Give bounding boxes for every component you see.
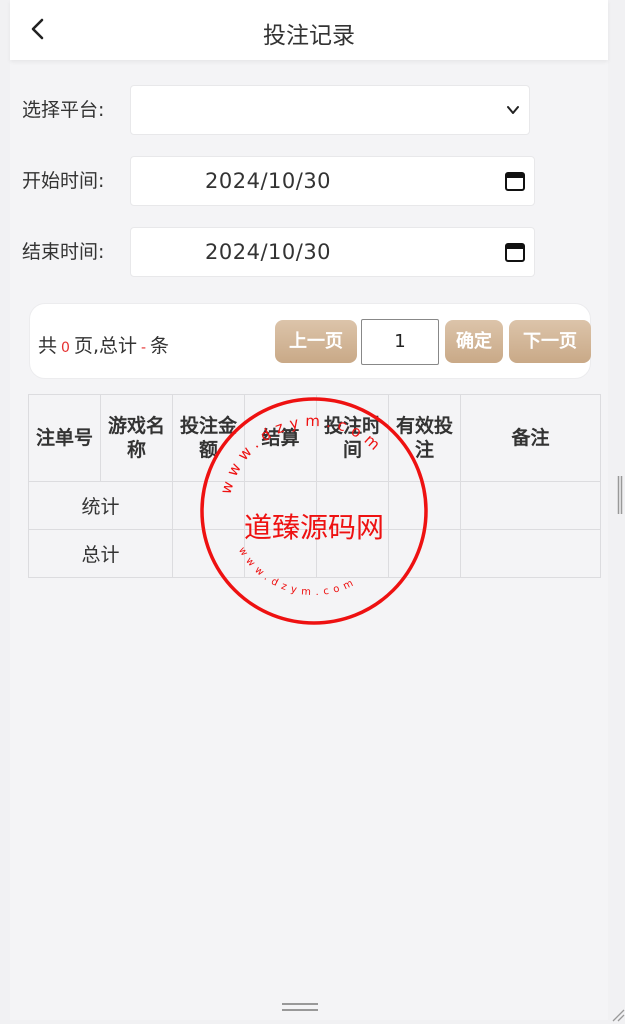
drag-handle-icon[interactable] — [280, 1000, 320, 1014]
platform-select[interactable] — [130, 85, 530, 135]
table-cell — [388, 529, 461, 578]
row-label: 总计 — [28, 529, 173, 578]
calendar-icon[interactable] — [504, 170, 526, 192]
start-time-label: 开始时间: — [22, 170, 105, 192]
page-title: 投注记录 — [263, 23, 355, 49]
table-cell — [172, 529, 245, 578]
records-table: 注单号 游戏名称 投注金额 结算 投注时间 有效投注 备注 统计 总计 — [28, 394, 601, 578]
column-header: 备注 — [460, 394, 601, 482]
end-time-label: 结束时间: — [22, 241, 105, 263]
table-cell — [316, 529, 389, 578]
end-date-value: 2024/10/30 — [205, 240, 332, 264]
platform-row: 选择平台: — [22, 85, 542, 135]
record-total: - — [140, 340, 147, 356]
app-screen: 投注记录 选择平台: 开始时间: 2024/10/30 结束时间: 2024/1… — [10, 0, 608, 1020]
confirm-button[interactable]: 确定 — [445, 320, 503, 363]
table-cell — [244, 481, 317, 530]
table-cell — [460, 481, 601, 530]
table-row: 总计 — [28, 529, 601, 578]
summary-prefix: 共 — [38, 335, 58, 357]
prev-page-button[interactable]: 上一页 — [275, 320, 357, 363]
page-count: 0 — [61, 340, 70, 356]
chevron-down-icon — [507, 106, 519, 114]
start-date-value: 2024/10/30 — [205, 169, 332, 193]
resize-corner-icon[interactable] — [611, 1008, 625, 1022]
column-header: 注单号 — [28, 394, 101, 482]
table-cell — [460, 529, 601, 578]
summary-middle: 页,总计 — [73, 335, 137, 357]
calendar-icon[interactable] — [504, 241, 526, 263]
column-header: 投注金额 — [172, 394, 245, 482]
platform-label: 选择平台: — [22, 99, 105, 121]
end-date-input[interactable]: 2024/10/30 — [130, 227, 535, 277]
summary-suffix: 条 — [150, 335, 170, 357]
pagination-summary: 共 0 页,总计 - 条 — [38, 331, 169, 358]
start-time-row: 开始时间: 2024/10/30 — [22, 156, 547, 206]
table-cell — [244, 529, 317, 578]
table-cell — [172, 481, 245, 530]
table-cell — [388, 481, 461, 530]
scrollbar-grip-icon[interactable] — [617, 476, 623, 514]
table-header-row: 注单号 游戏名称 投注金额 结算 投注时间 有效投注 备注 — [28, 394, 601, 482]
column-header: 投注时间 — [316, 394, 389, 482]
column-header: 结算 — [244, 394, 317, 482]
pagination-bar: 共 0 页,总计 - 条 上一页 1 确定 下一页 — [29, 303, 591, 379]
column-header: 有效投注 — [388, 394, 461, 482]
row-label: 统计 — [28, 481, 173, 530]
next-page-button[interactable]: 下一页 — [509, 320, 591, 363]
start-date-input[interactable]: 2024/10/30 — [130, 156, 535, 206]
page-number-input[interactable]: 1 — [361, 319, 439, 365]
table-row: 统计 — [28, 481, 601, 530]
table-cell — [316, 481, 389, 530]
end-time-row: 结束时间: 2024/10/30 — [22, 227, 547, 277]
top-nav-bar: 投注记录 — [10, 0, 608, 60]
column-header: 游戏名称 — [100, 394, 173, 482]
